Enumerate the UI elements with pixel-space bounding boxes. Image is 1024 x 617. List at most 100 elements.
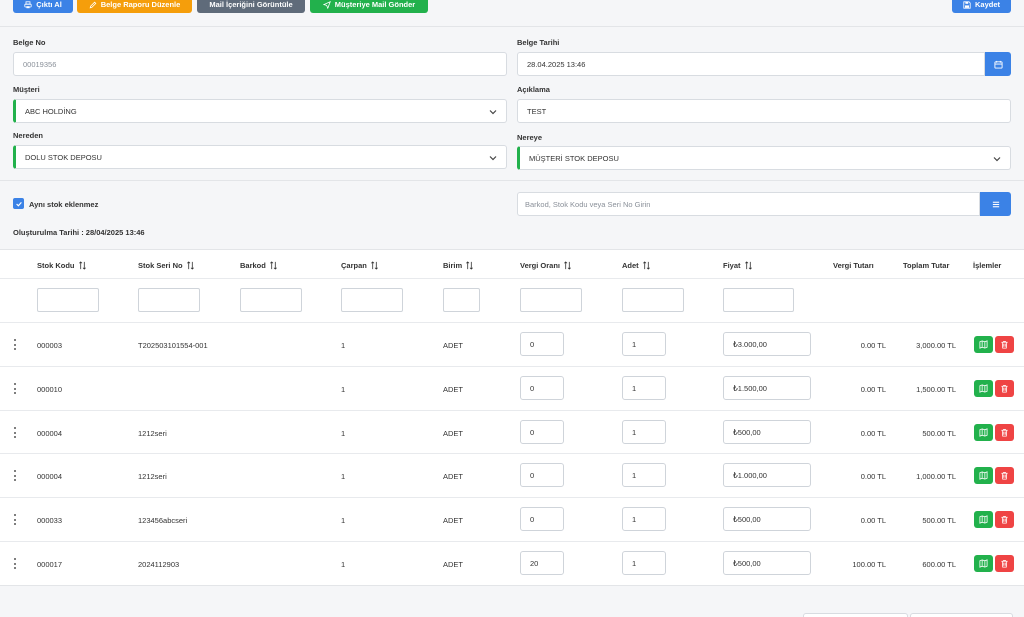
belge-tarihi-label: Belge Tarihi: [517, 38, 560, 47]
belge-tarihi-field[interactable]: 28.04.2025 13:46: [517, 52, 985, 76]
cell-birim: ADET: [443, 341, 464, 350]
cell-birim: ADET: [443, 429, 464, 438]
filter-birim[interactable]: [443, 288, 480, 312]
vergi-orani-input[interactable]: 0: [520, 332, 564, 356]
filter-stok-kodu[interactable]: [37, 288, 99, 312]
cell-stok-seri-no: 1212seri: [138, 472, 167, 481]
row-delete-button[interactable]: [995, 336, 1014, 353]
cell-toplam-tutar: 1,500.00 TL: [916, 385, 956, 394]
nereden-value: DOLU STOK DEPOSU: [25, 152, 102, 162]
chevron-down-icon: [489, 110, 497, 115]
header-birim[interactable]: Birim: [443, 261, 474, 270]
page-size-control[interactable]: [910, 613, 1013, 617]
pagination-control[interactable]: [803, 613, 908, 617]
vergi-orani-input[interactable]: 0: [520, 507, 564, 531]
fiyat-value: ₺3.000,00: [733, 339, 767, 349]
print-button[interactable]: Çıktı Al: [13, 0, 73, 13]
send-mail-button[interactable]: Müşteriye Mail Gönder: [310, 0, 428, 13]
row-delete-button[interactable]: [995, 467, 1014, 484]
form-divider: [0, 180, 1024, 181]
sort-arrows-icon: [269, 261, 277, 270]
fiyat-input[interactable]: ₺500,00: [723, 507, 811, 531]
map-icon: [979, 515, 988, 524]
row-menu-icon[interactable]: [13, 558, 16, 569]
row-detail-button[interactable]: [974, 424, 993, 441]
adet-input[interactable]: 1: [622, 376, 666, 400]
belge-no-field: 00019356: [13, 52, 507, 76]
cell-birim: ADET: [443, 516, 464, 525]
row-detail-button[interactable]: [974, 336, 993, 353]
row-delete-button[interactable]: [995, 511, 1014, 528]
adet-input[interactable]: 1: [622, 332, 666, 356]
filter-adet[interactable]: [622, 288, 684, 312]
calendar-button[interactable]: [985, 52, 1011, 76]
row-detail-button[interactable]: [974, 467, 993, 484]
map-icon: [979, 428, 988, 437]
vergi-orani-input[interactable]: 0: [520, 376, 564, 400]
row-menu-icon[interactable]: [13, 514, 16, 525]
row-divider: [0, 541, 1024, 542]
row-menu-icon[interactable]: [13, 427, 16, 438]
header-fiyat[interactable]: Fiyat: [723, 261, 753, 270]
header-adet[interactable]: Adet: [622, 261, 651, 270]
header-adet-label: Adet: [622, 261, 639, 270]
vergi-orani-input[interactable]: 0: [520, 463, 564, 487]
nereden-select[interactable]: DOLU STOK DEPOSU: [13, 145, 507, 169]
sort-arrows-icon: [78, 261, 86, 270]
vergi-orani-input[interactable]: 20: [520, 551, 564, 575]
filter-fiyat[interactable]: [723, 288, 794, 312]
fiyat-input[interactable]: ₺3.000,00: [723, 332, 811, 356]
header-carpan[interactable]: Çarpan: [341, 261, 379, 270]
row-divider: [0, 410, 1024, 411]
header-vergi-tutari: Vergi Tutarı: [833, 261, 874, 270]
aciklama-value: TEST: [527, 106, 547, 116]
row-delete-button[interactable]: [995, 424, 1014, 441]
aciklama-label: Açıklama: [517, 85, 550, 94]
barcode-search-input[interactable]: [517, 192, 980, 216]
row-detail-button[interactable]: [974, 555, 993, 572]
save-button[interactable]: Kaydet: [952, 0, 1011, 13]
nereye-select[interactable]: MÜŞTERİ STOK DEPOSU: [517, 146, 1011, 170]
header-vergi-orani[interactable]: Vergi Oranı: [520, 261, 572, 270]
adet-input[interactable]: 1: [622, 551, 666, 575]
created-date-text: Oluşturulma Tarihi : 28/04/2025 13:46: [13, 228, 145, 237]
aciklama-field[interactable]: TEST: [517, 99, 1011, 123]
row-menu-icon[interactable]: [13, 339, 16, 350]
filter-carpan[interactable]: [341, 288, 403, 312]
cell-stok-seri-no: 123456abcseri: [138, 516, 188, 525]
header-barkod[interactable]: Barkod: [240, 261, 278, 270]
musteri-select[interactable]: ABC HOLDİNG: [13, 99, 507, 123]
header-stok-kodu-label: Stok Kodu: [37, 261, 75, 270]
cell-birim: ADET: [443, 472, 464, 481]
musteri-label: Müşteri: [13, 85, 40, 94]
row-menu-icon[interactable]: [13, 383, 16, 394]
adet-input[interactable]: 1: [622, 463, 666, 487]
row-detail-button[interactable]: [974, 511, 993, 528]
header-stok-seri-no[interactable]: Stok Seri No: [138, 261, 195, 270]
vergi-orani-value: 0: [530, 383, 535, 393]
fiyat-input[interactable]: ₺1.500,00: [723, 376, 811, 400]
adet-value: 1: [632, 470, 637, 480]
row-divider: [0, 366, 1024, 367]
header-stok-kodu[interactable]: Stok Kodu: [37, 261, 87, 270]
row-detail-button[interactable]: [974, 380, 993, 397]
fiyat-input[interactable]: ₺500,00: [723, 551, 811, 575]
adet-input[interactable]: 1: [622, 507, 666, 531]
vergi-orani-input[interactable]: 0: [520, 420, 564, 444]
filter-barkod[interactable]: [240, 288, 302, 312]
adet-input[interactable]: 1: [622, 420, 666, 444]
list-button[interactable]: [980, 192, 1011, 216]
view-mail-button[interactable]: Mail İçeriğini Görüntüle: [197, 0, 305, 13]
filter-stok-seri-no[interactable]: [138, 288, 200, 312]
fiyat-input[interactable]: ₺1.000,00: [723, 463, 811, 487]
row-divider: [0, 453, 1024, 454]
edit-report-button[interactable]: Belge Raporu Düzenle: [77, 0, 192, 13]
fiyat-input[interactable]: ₺500,00: [723, 420, 811, 444]
adet-value: 1: [632, 427, 637, 437]
filter-vergi-orani[interactable]: [520, 288, 582, 312]
row-delete-button[interactable]: [995, 380, 1014, 397]
row-menu-icon[interactable]: [13, 470, 16, 481]
row-delete-button[interactable]: [995, 555, 1014, 572]
ayni-stok-checkbox[interactable]: [13, 198, 24, 209]
belge-tarihi-value: 28.04.2025 13:46: [527, 59, 586, 69]
